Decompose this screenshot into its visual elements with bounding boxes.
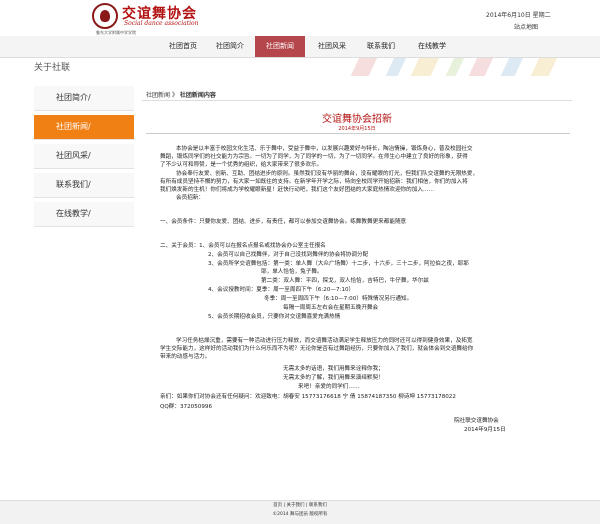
- article-line: 每隔一周周五左右会在星期五晚开舞会: [283, 305, 379, 311]
- sidebar-item-contact[interactable]: 联系我们/: [34, 173, 134, 198]
- nav-contact[interactable]: 联系我们: [357, 36, 405, 57]
- breadcrumb-current: 社团新闻内容: [179, 92, 216, 99]
- sidebar-item-online[interactable]: 在线教学/: [34, 202, 134, 227]
- article-title: 交谊舞协会招新: [322, 114, 392, 125]
- article-date: 2014年9月15日: [338, 126, 376, 132]
- article-line: 二、关于会员：1、会员可以在报名点报名或找协会办公室主任报名: [160, 243, 326, 249]
- article-line: 来吧！亲爱的同学们……: [298, 384, 360, 390]
- breadcrumb-separator: 》: [171, 92, 178, 99]
- article-line: 第二类：双人舞：平四，探戈，双人恰恰，吉特巴，牛仔舞，华尔兹: [261, 278, 429, 284]
- article-signature-date: 2014年9月15日: [464, 427, 506, 433]
- nav-news[interactable]: 社团新闻: [255, 36, 305, 57]
- article-panel: 社团新闻 》 社团新闻内容 交谊舞协会招新 2014年9月15日 本协会是以丰富…: [138, 86, 576, 489]
- article-line: 带来的动感与活力。: [160, 354, 211, 360]
- article-line: 4、会议授教时间：夏季：周一至周四下午（6:20—7:10）: [208, 287, 355, 293]
- sidebar-item-gallery[interactable]: 社团风采/: [34, 144, 134, 169]
- article-line: 一、会员条件：只要你友爱、团结、进步，有责任，都可以参加交谊舞协会。练舞教舞更来…: [160, 219, 407, 225]
- article-line: 本协会是以丰富于校园文化生活、乐于舞中，受益于舞中，以发展兴趣爱好与特长，陶冶情…: [176, 146, 473, 152]
- article-line: 我们焕发新的生机！你们将成为学校耀眼新星！赶快行动吧，我们这个友好团结的大家庭热…: [160, 187, 435, 193]
- article-line: 舞蹈，锻炼同学们的社交能力为宗旨。一切为了同学，为了同学的一切，为了一切同学。在…: [160, 154, 468, 160]
- article-line: QQ群：372050996: [160, 404, 213, 410]
- footer-copyright: ©2014 舞与团员 版权所有: [272, 512, 328, 517]
- article-line: 冬季：周一至周四下午（6:10—7:00）特殊情况另行通知。: [264, 296, 413, 302]
- article-line: 3、会员所学交谊舞包括：第一类：单人舞（大众广场舞）十二步，十六步，三十二步，阿…: [208, 261, 469, 267]
- article-line: 亲们：如果你们对协会还有任何疑问：欢迎致电：胡春安 15773176618 宁 …: [160, 394, 456, 400]
- article-line: 学习任务枯燥沉重，需要有一种活动进行压力释放，而交谊舞活动满足学生释放压力的同时…: [176, 338, 473, 344]
- article-line: 2、会员可以自己找舞伴，对于自己没找到舞伴的协会将协调分配: [208, 252, 369, 258]
- breadcrumb-divider: [142, 100, 572, 101]
- sitemap-link[interactable]: 站点地图: [514, 22, 538, 31]
- header-date: 2014年6月10日 星期二: [486, 12, 551, 19]
- nav-gallery[interactable]: 社团风采: [307, 36, 357, 57]
- article-line: 学生交际能力，这样好的活动我们为什么何乐而不为呢？无论你是否有过舞蹈经历，只要你…: [160, 346, 474, 352]
- article-signature: 院社联交谊舞协会: [454, 418, 499, 424]
- sidebar-item-news[interactable]: 社团新闻/: [34, 115, 134, 140]
- article-line: 了不少认可和称赞，是一个优秀的组织，给大家带来了很多欢乐。: [160, 162, 323, 168]
- nav-online[interactable]: 在线教学: [406, 36, 458, 57]
- article-line: 无需太多的了解，我们用舞来演绎默契！: [283, 375, 384, 381]
- article-line: 有所有成员坚持不懈的努力，有大家一如既往的支持。在新学年开学之际，特向全校同学开…: [160, 179, 468, 185]
- sidebar-item-about[interactable]: 社团简介/: [34, 86, 134, 111]
- title-divider: [146, 133, 570, 134]
- sidebar: 社团简介/ 社团新闻/ 社团风采/ 联系我们/ 在线教学/: [34, 86, 134, 231]
- breadcrumb: 社团新闻 》 社团新闻内容: [146, 90, 216, 99]
- logo-seal-icon[interactable]: [92, 3, 118, 29]
- article-line: 无需太多的话语，我们用舞来诠释你我；: [283, 366, 384, 372]
- article-line: 耶，单人恰恰，兔子舞。: [261, 269, 323, 275]
- footer-links[interactable]: 首页 | 关于我们 | 联系我们: [0, 502, 600, 508]
- article-line: 5、会员长期招收会员，只要你对交谊舞喜爱充满热情: [208, 314, 341, 320]
- article-line: 会员招新：: [176, 195, 204, 201]
- section-label: 关于社联: [34, 63, 71, 73]
- article-line: 协会奉行友爱、创新、互助、团结进步的原则。虽然我们没有华丽的舞台，没有耀眼的灯光…: [176, 171, 479, 177]
- nav-home[interactable]: 社团首页: [160, 36, 206, 57]
- nav-about[interactable]: 社团简介: [206, 36, 254, 57]
- breadcrumb-parent[interactable]: 社团新闻: [146, 92, 170, 99]
- logo-subtitle: Social dance association: [124, 20, 199, 27]
